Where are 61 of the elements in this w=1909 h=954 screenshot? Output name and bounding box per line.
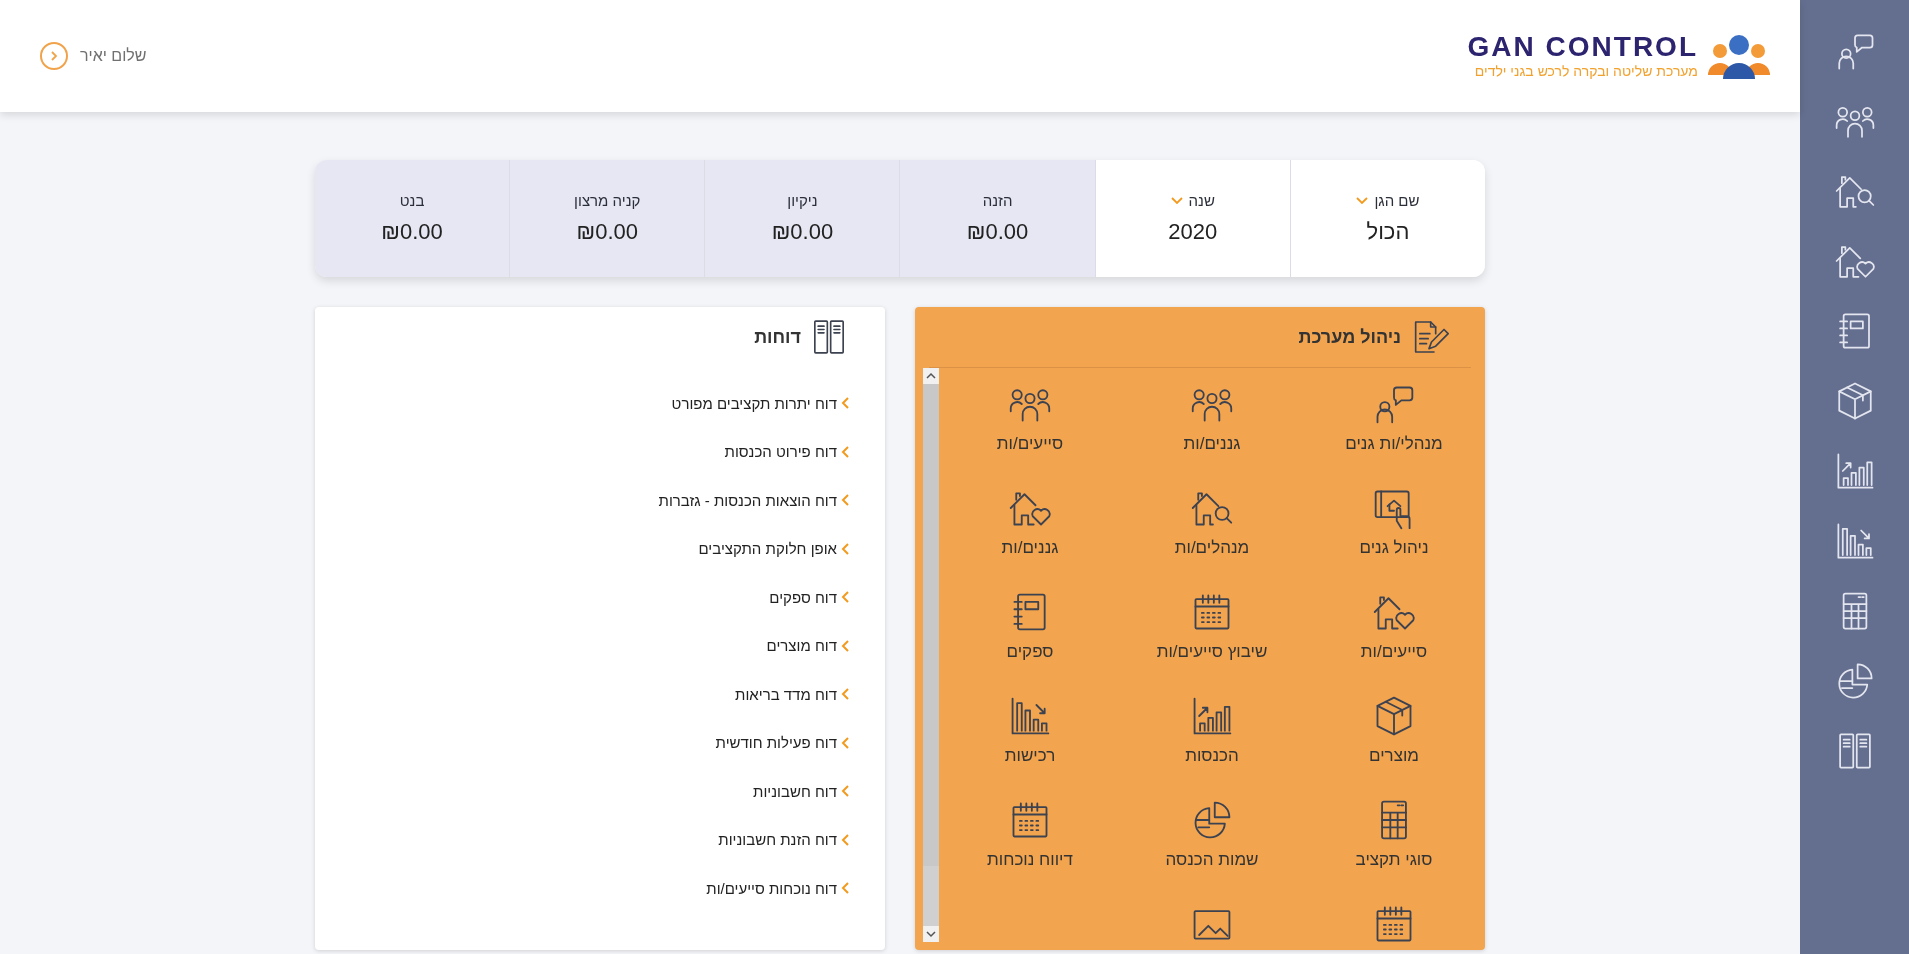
scroll-down-icon[interactable] — [926, 930, 936, 938]
report-link[interactable]: אופן חלוקת התקציבים — [698, 540, 837, 558]
menu-tile-label[interactable]: רכישות — [1004, 746, 1056, 766]
chevron-icon — [841, 397, 849, 410]
chevron-icon — [48, 50, 60, 62]
menu-tile-label[interactable]: הכנסות — [1185, 746, 1239, 766]
caret-icon — [1356, 196, 1369, 205]
scroll-up-icon[interactable] — [926, 372, 936, 380]
menu-tile-label[interactable]: מוצרים — [1369, 746, 1420, 766]
report-link[interactable]: דוח מדד בריאות — [735, 685, 837, 703]
menu-tile-label[interactable]: דיווח נוכחות — [987, 850, 1073, 870]
chevron-icon — [841, 688, 849, 701]
card-value: ₪0.00 — [381, 219, 443, 245]
caret-icon — [1170, 196, 1183, 205]
menu-tile-label[interactable]: גננים/ות — [1183, 434, 1241, 454]
chevron-icon — [841, 445, 849, 458]
menu-tile-label[interactable]: ספקים — [1006, 642, 1054, 662]
greeting-text: שלום יאיר — [80, 47, 147, 65]
chevron-icon — [841, 591, 849, 604]
report-link[interactable]: דוח נוכחות סייעים/ות — [706, 879, 837, 897]
report-link[interactable]: דוח חשבוניות — [753, 782, 837, 800]
menu-tile-label[interactable]: מנהלים/ות — [1174, 538, 1250, 558]
report-link[interactable]: דוח פעילות חודשית — [715, 734, 837, 752]
chevron-icon — [841, 736, 849, 749]
card-value: ₪0.00 — [576, 219, 638, 245]
menu-tile-label[interactable]: שיבוץ סייעים/ות — [1156, 642, 1268, 662]
menu-tile-label[interactable]: גננים/ות — [1001, 538, 1059, 558]
logo-tagline: מערכת שליטה ובקרה לרכש בגני ילדים — [1474, 63, 1698, 79]
card-label: בנט — [399, 192, 425, 209]
card-label: קניה מרצון — [574, 192, 641, 209]
panel-title: ניהול מערכת — [1298, 326, 1401, 348]
chevron-icon — [841, 639, 849, 652]
menu-tile-label[interactable]: סוגי תקציב — [1355, 850, 1433, 870]
panel-title: דוחות — [754, 326, 801, 348]
menu-tile-label[interactable]: ניהול גנים — [1359, 538, 1429, 558]
card-value: 2020 — [1168, 219, 1218, 245]
report-link[interactable]: דוח הוצאות הכנסות - גזברות — [658, 491, 837, 509]
menu-tile-label[interactable]: סייעים/ות — [1360, 642, 1428, 662]
chevron-icon — [841, 785, 849, 798]
card-label: שנה — [1188, 192, 1215, 209]
report-link[interactable]: דוח פירוט הכנסות — [724, 443, 837, 461]
card-value: הכול — [1366, 219, 1410, 245]
filter-card[interactable]: שם הגן הכול — [1289, 160, 1485, 277]
menu-tile-label[interactable]: סייעים/ות — [996, 434, 1064, 454]
chevron-icon — [841, 833, 849, 846]
logo-title: GAN CONTROL — [1467, 33, 1698, 61]
chevron-icon — [841, 542, 849, 555]
report-link[interactable]: דוח יתרות תקציבים מפורט — [671, 394, 837, 412]
menu-tile-label[interactable]: שמות הכנסה — [1165, 850, 1259, 870]
menu-tile-label[interactable]: מנהלי/ות גנים — [1345, 434, 1443, 454]
report-link[interactable]: דוח מוצרים — [766, 637, 837, 655]
report-link[interactable]: דוח הזנת חשבוניות — [718, 831, 837, 849]
chevron-icon — [841, 882, 849, 895]
card-label: ניקיון — [787, 192, 818, 209]
chevron-icon — [841, 494, 849, 507]
card-value: ₪0.00 — [771, 219, 834, 245]
report-link[interactable]: דוח ספקים — [769, 588, 837, 606]
card-label: שם הגן — [1374, 192, 1420, 209]
card-value: ₪0.00 — [966, 219, 1029, 245]
card-label: הזנה — [982, 192, 1013, 209]
scrollbar[interactable] — [923, 368, 939, 942]
